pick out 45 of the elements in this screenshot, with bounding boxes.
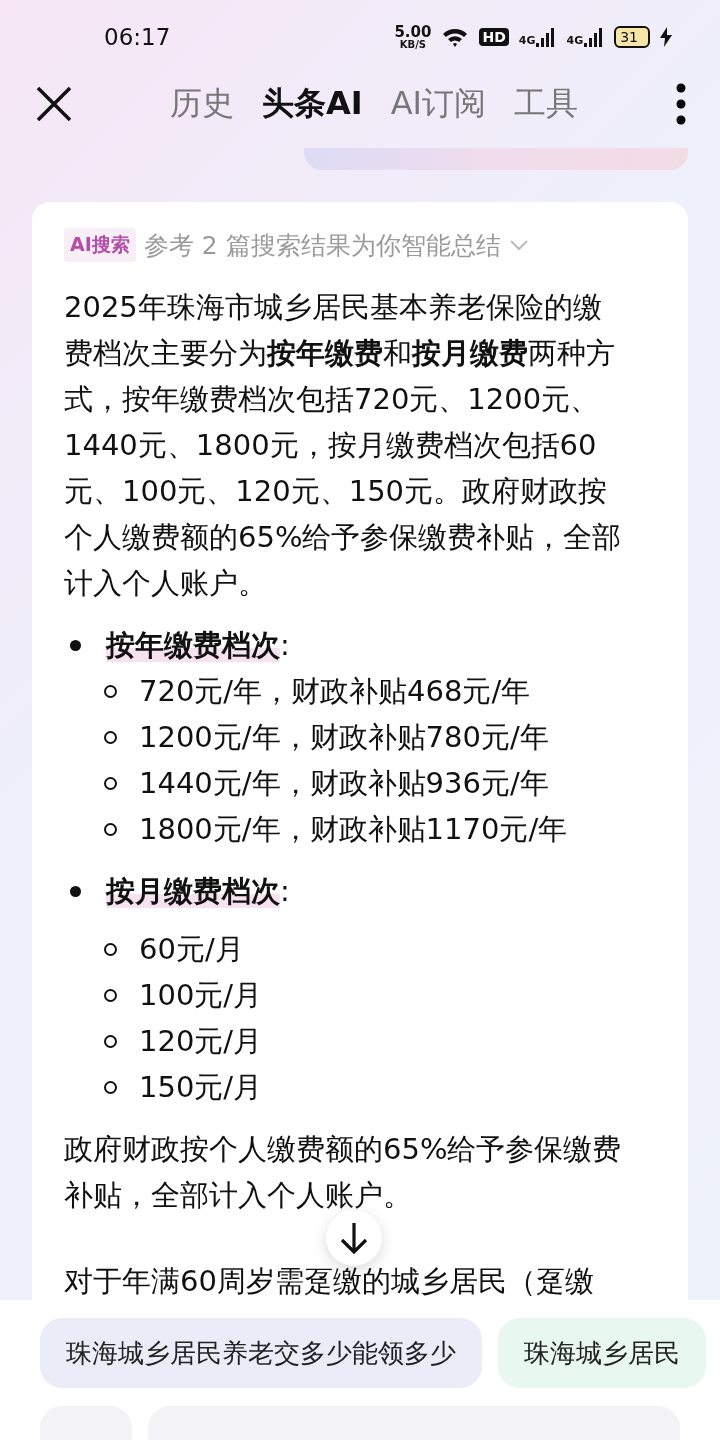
bullet-icon <box>70 639 81 651</box>
signal-icon <box>536 27 557 47</box>
arrow-down-icon <box>339 1221 369 1255</box>
suggestion-chip[interactable]: 珠海城乡居民 <box>498 1318 706 1388</box>
network-label: 4G <box>518 34 536 47</box>
list-heading: 按年缴费档次: <box>106 627 290 664</box>
source-summary[interactable]: 参考 2 篇搜索结果为你智能总结 <box>143 228 501 262</box>
bullet-icon <box>104 988 117 1002</box>
list-item: 100元/月 <box>139 977 263 1014</box>
answer-paragraph: 政府财政按个人缴费额的65%给予参保缴费补贴，全部计入个人账户。 <box>64 1131 623 1214</box>
bullet-icon <box>70 885 81 897</box>
nav-tab[interactable]: 历史 <box>170 82 234 126</box>
answer-paragraph: 对于年满60周岁需趸缴的城乡居民（趸缴 <box>64 1263 595 1300</box>
list-item: 60元/月 <box>139 931 244 968</box>
list-item: 1440元/年，财政补贴936元/年 <box>139 765 549 802</box>
suggestion-chip[interactable]: 珠海城乡居民养老交多少能领多少 <box>40 1318 482 1388</box>
scroll-down-button[interactable] <box>326 1210 382 1266</box>
network-label: 4G <box>566 34 584 47</box>
list-item: 150元/月 <box>139 1069 263 1106</box>
nav-tab[interactable]: 工具 <box>514 82 578 126</box>
bullet-icon <box>104 822 117 836</box>
answer-paragraph: 2025年珠海市城乡居民基本养老保险的缴费档次主要分为按年缴费和按月缴费两种方式，按年缴费档次包括720元、1200元、1440元、1800元，按月缴费档次包括60元、100元、120元、150元。政府财政按个人缴费额的65%给予参保缴费补贴，全部计入个人账户。 <box>64 289 623 602</box>
bullet-icon <box>104 684 117 698</box>
bullet-icon <box>104 776 117 790</box>
bullet-icon <box>104 1034 117 1048</box>
bullet-icon <box>104 730 117 744</box>
bullet-icon <box>104 1080 117 1094</box>
more-icon[interactable] <box>676 83 686 125</box>
bullet-icon <box>104 942 117 956</box>
close-icon[interactable] <box>36 86 72 122</box>
status-time: 06:17 <box>104 24 172 50</box>
hd-badge: HD <box>479 28 509 46</box>
nav-tab[interactable]: AI订阅 <box>390 82 486 126</box>
list-item: 1800元/年，财政补贴1170元/年 <box>139 811 568 848</box>
list-heading: 按月缴费档次: <box>106 873 290 910</box>
battery-level: 31 <box>614 26 650 48</box>
nav-tab[interactable]: 头条AI <box>262 82 363 126</box>
network-speed: 5.00 KB/S <box>394 24 432 50</box>
list-item: 720元/年，财政补贴468元/年 <box>139 673 531 710</box>
list-item: 1200元/年，财政补贴780元/年 <box>139 719 549 756</box>
signal-icon <box>584 27 605 47</box>
ai-search-badge: AI搜索 <box>64 228 136 262</box>
wifi-icon <box>441 26 470 48</box>
charging-icon <box>660 27 672 47</box>
list-item: 120元/月 <box>139 1023 263 1060</box>
